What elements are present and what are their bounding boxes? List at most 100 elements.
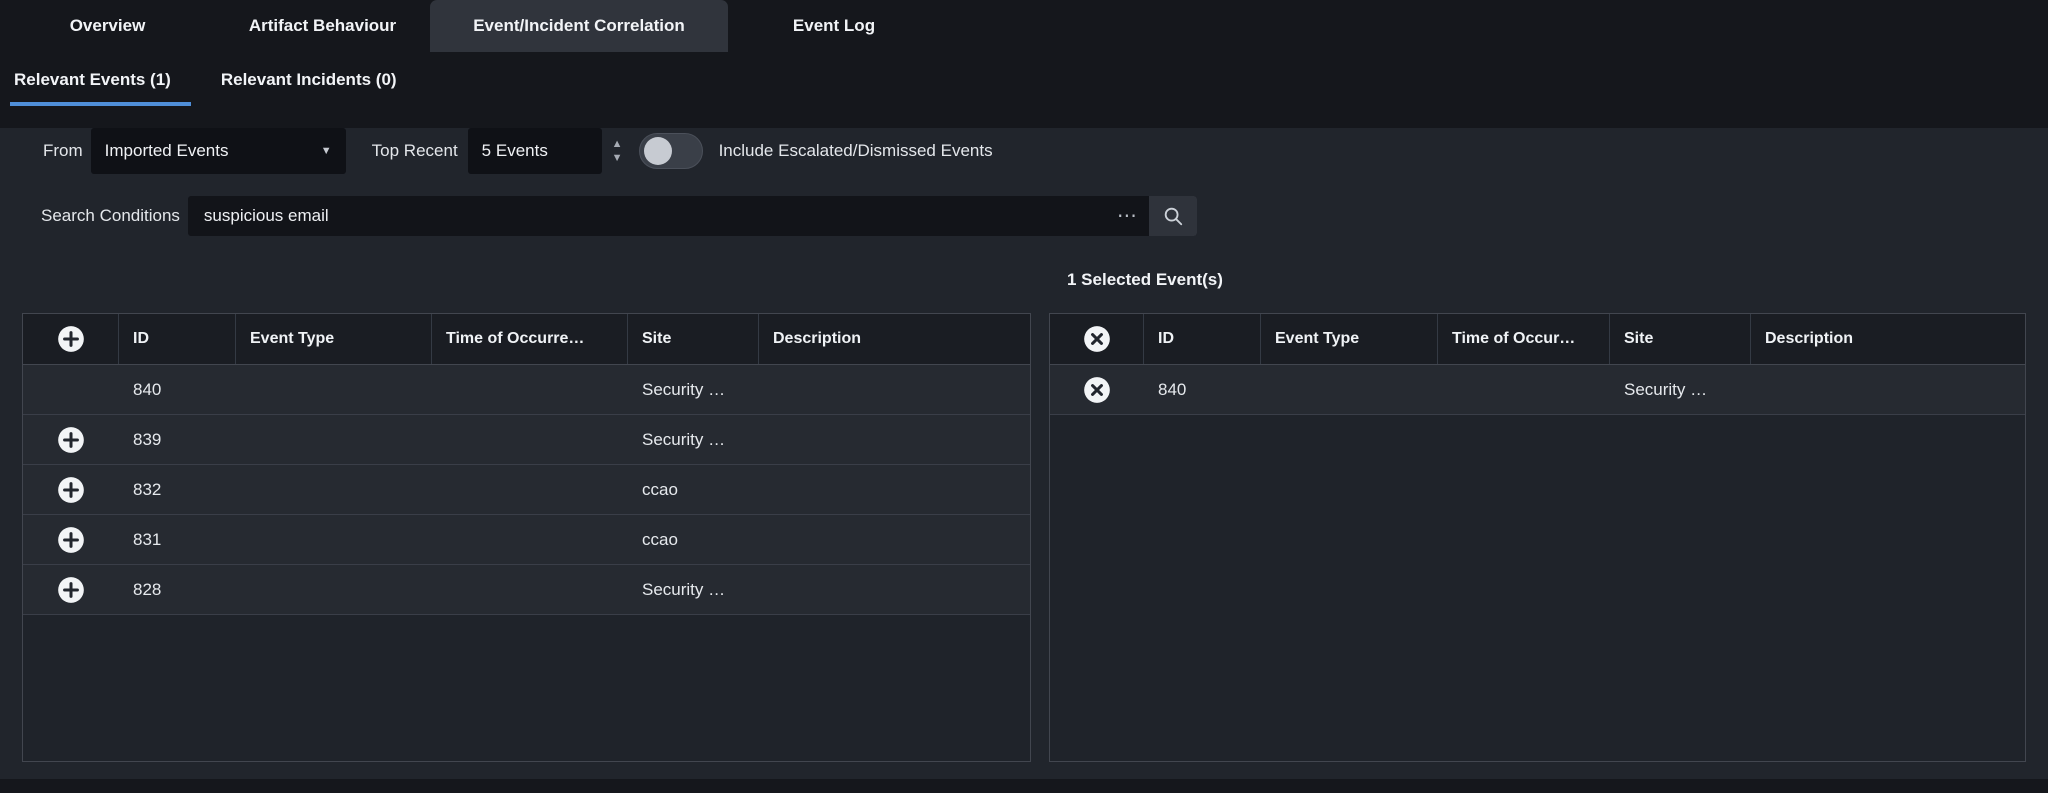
- selected-events-body: 840 Security …: [1050, 365, 2025, 761]
- cell-event-type: [236, 415, 432, 464]
- stepper-up-icon[interactable]: ▲: [612, 139, 623, 150]
- table-header-row: ID Event Type Time of Occur… Site Descri…: [1050, 314, 2025, 365]
- cell-time-of-occurrence: [432, 465, 628, 514]
- sub-tab-relevant-events[interactable]: Relevant Events (1): [10, 58, 191, 106]
- cell-event-type: [236, 365, 432, 414]
- cell-site: Security …: [1610, 365, 1751, 414]
- row-action-cell[interactable]: [23, 565, 119, 614]
- cell-event-type: [236, 565, 432, 614]
- top-tab-bar: Overview Artifact Behaviour Event/Incide…: [0, 0, 2048, 52]
- main-panel: From Imported Events ▼ Top Recent 5 Even…: [0, 128, 2048, 779]
- event-incident-correlation-page: Overview Artifact Behaviour Event/Incide…: [0, 0, 2048, 779]
- search-conditions-label: Search Conditions: [41, 206, 180, 226]
- cell-time-of-occurrence: [432, 415, 628, 464]
- add-all-header-cell[interactable]: [23, 314, 119, 364]
- from-label: From: [43, 141, 83, 161]
- remove-all-icon[interactable]: [1083, 325, 1111, 353]
- tab-overview[interactable]: Overview: [0, 0, 215, 52]
- add-event-icon[interactable]: [57, 526, 85, 554]
- from-dropdown-value: Imported Events: [105, 141, 229, 161]
- top-recent-stepper: ▲ ▼: [612, 139, 623, 164]
- more-options-icon[interactable]: ⋯: [1105, 206, 1149, 226]
- stepper-down-icon[interactable]: ▼: [612, 153, 623, 164]
- column-header-event-type: Event Type: [236, 314, 432, 364]
- table-row[interactable]: 828 Security …: [23, 565, 1030, 615]
- available-events-table: ID Event Type Time of Occurre… Site Desc…: [22, 313, 1031, 762]
- cell-description: [759, 565, 1030, 614]
- cell-id: 840: [1144, 365, 1261, 414]
- top-recent-label: Top Recent: [372, 141, 458, 161]
- top-recent-value: 5 Events: [482, 141, 548, 161]
- cell-event-type: [1261, 365, 1438, 414]
- cell-id: 832: [119, 465, 236, 514]
- add-event-icon[interactable]: [57, 426, 85, 454]
- cell-id: 839: [119, 415, 236, 464]
- cell-id: 828: [119, 565, 236, 614]
- tab-event-log[interactable]: Event Log: [728, 0, 940, 52]
- remove-all-header-cell[interactable]: [1050, 314, 1144, 364]
- cell-time-of-occurrence: [432, 565, 628, 614]
- search-icon: [1162, 205, 1184, 227]
- filter-row: From Imported Events ▼ Top Recent 5 Even…: [43, 128, 2048, 174]
- column-header-id: ID: [119, 314, 236, 364]
- cell-time-of-occurrence: [1438, 365, 1610, 414]
- add-event-icon[interactable]: [57, 576, 85, 604]
- sub-tab-relevant-incidents[interactable]: Relevant Incidents (0): [217, 58, 417, 106]
- toggle-knob: [644, 137, 672, 165]
- add-all-icon[interactable]: [57, 325, 85, 353]
- tables-header: 1 Selected Event(s): [0, 265, 2048, 295]
- table-row[interactable]: 832 ccao: [23, 465, 1030, 515]
- remove-event-icon[interactable]: [1083, 376, 1111, 404]
- row-action-cell[interactable]: [23, 515, 119, 564]
- sub-tab-bar: Relevant Events (1) Relevant Incidents (…: [0, 52, 2048, 115]
- tab-artifact-behaviour[interactable]: Artifact Behaviour: [215, 0, 430, 52]
- column-header-time: Time of Occur…: [1438, 314, 1610, 364]
- add-event-icon[interactable]: [57, 476, 85, 504]
- row-action-cell[interactable]: [23, 465, 119, 514]
- cell-event-type: [236, 465, 432, 514]
- table-row[interactable]: 840 Security …: [23, 365, 1030, 415]
- column-header-id: ID: [1144, 314, 1261, 364]
- cell-site: ccao: [628, 515, 759, 564]
- cell-id: 831: [119, 515, 236, 564]
- cell-id: 840: [119, 365, 236, 414]
- tables-area: ID Event Type Time of Occurre… Site Desc…: [0, 313, 2048, 762]
- selected-events-count: 1 Selected Event(s): [1049, 270, 1223, 290]
- table-row[interactable]: 839 Security …: [23, 415, 1030, 465]
- column-header-site: Site: [1610, 314, 1751, 364]
- column-header-event-type: Event Type: [1261, 314, 1438, 364]
- cell-time-of-occurrence: [432, 515, 628, 564]
- from-dropdown[interactable]: Imported Events ▼: [91, 128, 346, 174]
- chevron-down-icon: ▼: [321, 145, 332, 157]
- include-escalated-label: Include Escalated/Dismissed Events: [719, 141, 993, 161]
- cell-site: Security …: [628, 565, 759, 614]
- cell-description: [759, 415, 1030, 464]
- row-action-cell: [23, 365, 119, 414]
- tab-event-incident-correlation[interactable]: Event/Incident Correlation: [430, 0, 728, 52]
- table-row[interactable]: 840 Security …: [1050, 365, 2025, 415]
- column-header-time: Time of Occurre…: [432, 314, 628, 364]
- cell-event-type: [236, 515, 432, 564]
- include-escalated-toggle[interactable]: [639, 133, 703, 169]
- top-recent-input[interactable]: 5 Events: [468, 128, 602, 174]
- cell-site: Security …: [628, 365, 759, 414]
- row-action-cell[interactable]: [23, 415, 119, 464]
- table-row[interactable]: 831 ccao: [23, 515, 1030, 565]
- row-action-cell[interactable]: [1050, 365, 1144, 414]
- column-header-description: Description: [759, 314, 1030, 364]
- available-events-body: 840 Security … 839 Security … 832 ccao 831 ccao…: [23, 365, 1030, 761]
- selected-events-table: ID Event Type Time of Occur… Site Descri…: [1049, 313, 2026, 762]
- table-header-row: ID Event Type Time of Occurre… Site Desc…: [23, 314, 1030, 365]
- search-conditions-input[interactable]: suspicious email ⋯: [188, 196, 1197, 236]
- cell-description: [759, 515, 1030, 564]
- cell-site: ccao: [628, 465, 759, 514]
- cell-time-of-occurrence: [432, 365, 628, 414]
- column-header-description: Description: [1751, 314, 2025, 364]
- search-conditions-value: suspicious email: [188, 206, 1105, 226]
- column-header-site: Site: [628, 314, 759, 364]
- search-button[interactable]: [1149, 196, 1197, 236]
- cell-site: Security …: [628, 415, 759, 464]
- cell-description: [759, 465, 1030, 514]
- search-row: Search Conditions suspicious email ⋯: [41, 196, 2048, 236]
- cell-description: [759, 365, 1030, 414]
